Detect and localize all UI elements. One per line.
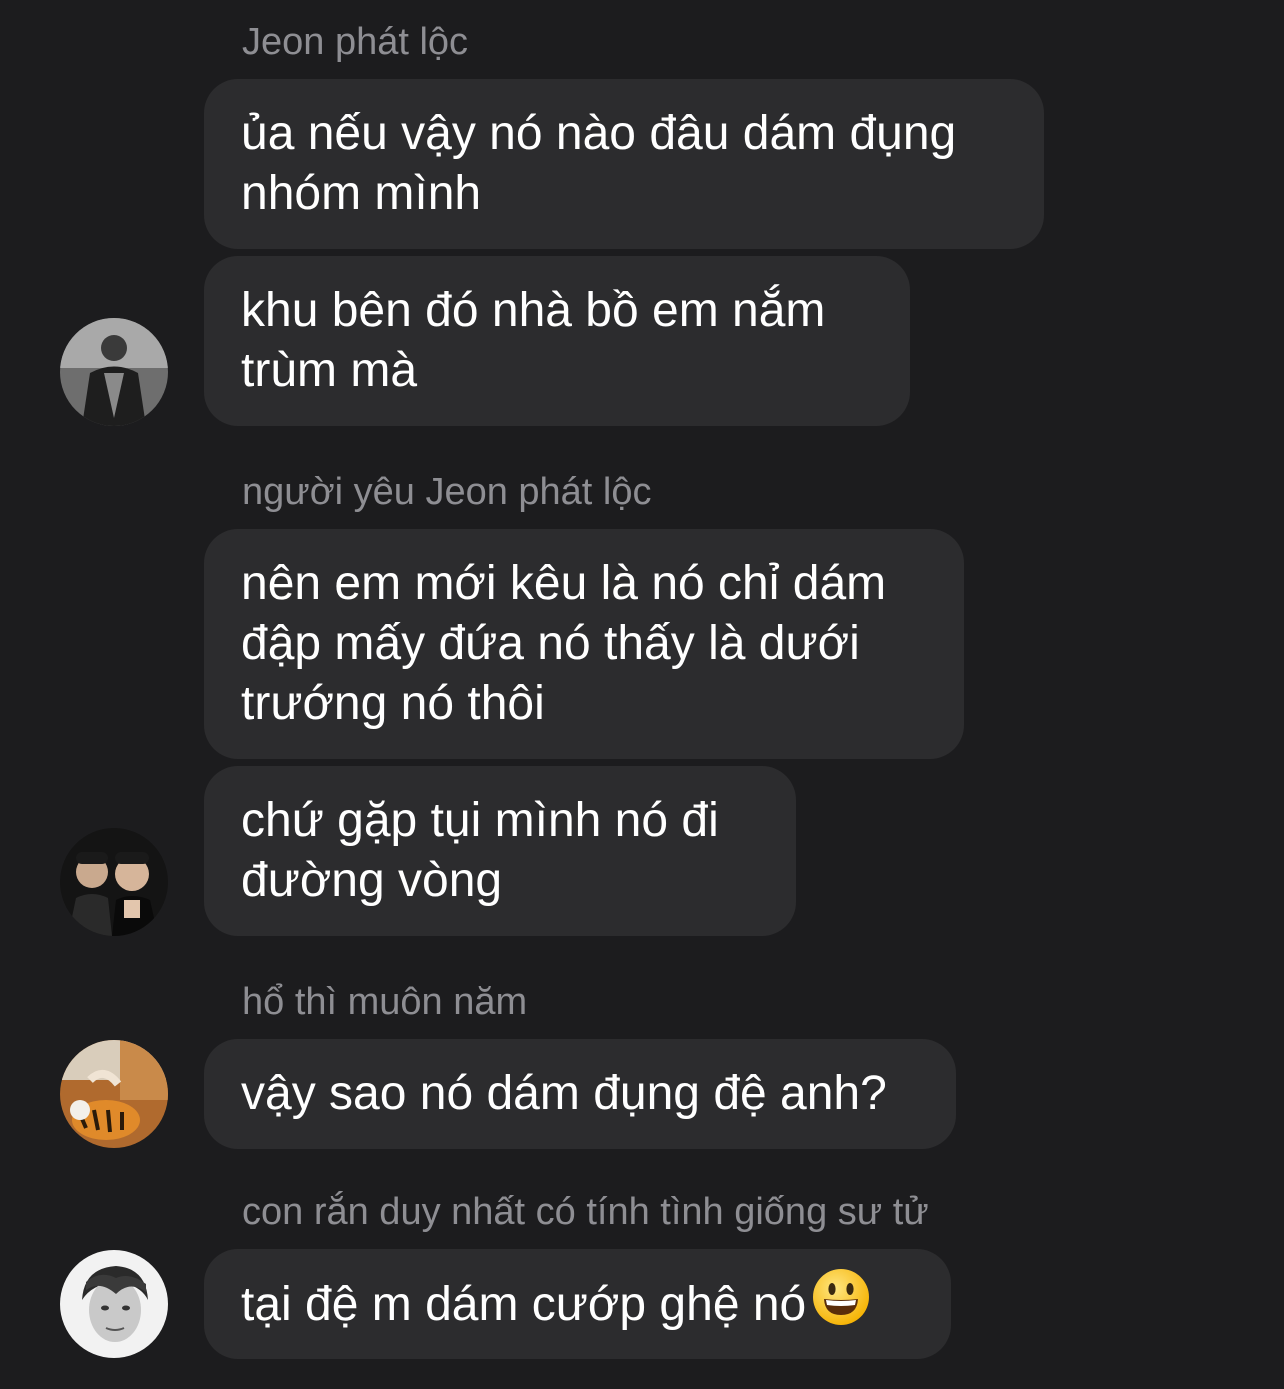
- message-bubble[interactable]: chứ gặp tụi mình nó đi đường vòng: [204, 766, 796, 936]
- message-text: nên em mới kêu là nó chỉ dám đập mấy đứa…: [241, 557, 887, 730]
- message-bubble[interactable]: vậy sao nó dám đụng đệ anh?: [204, 1039, 956, 1149]
- avatar[interactable]: [60, 318, 168, 426]
- avatar[interactable]: [60, 1040, 168, 1148]
- message-text: chứ gặp tụi mình nó đi đường vòng: [241, 794, 719, 907]
- avatar-photo-icon: [60, 1040, 168, 1148]
- chat-thread[interactable]: Jeon phát lộc ủa nếu vậy nó nào đâu dám …: [0, 0, 1284, 1389]
- sender-name: con rắn duy nhất có tính tình giống sư t…: [242, 1191, 929, 1233]
- message-bubble[interactable]: nên em mới kêu là nó chỉ dám đập mấy đứa…: [204, 529, 964, 759]
- message-text-content: tại đệ m dám cướp ghệ nó: [241, 1277, 807, 1331]
- avatar-photo-icon: [60, 318, 168, 426]
- avatar-photo-icon: [60, 828, 168, 936]
- message-bubble[interactable]: khu bên đó nhà bồ em nắm trùm mà: [204, 256, 910, 426]
- sender-name: hổ thì muôn năm: [242, 981, 528, 1023]
- avatar-photo-icon: [60, 1250, 168, 1358]
- avatar[interactable]: [60, 828, 168, 936]
- message-bubble[interactable]: tại đệ m dám cướp ghệ nó: [204, 1249, 951, 1359]
- message-text: tại đệ m dám cướp ghệ nó: [241, 1268, 914, 1341]
- grinning-face-emoji-icon: [812, 1268, 870, 1341]
- avatar[interactable]: [60, 1250, 168, 1358]
- message-text: khu bên đó nhà bồ em nắm trùm mà: [241, 284, 826, 397]
- message-bubble[interactable]: ủa nếu vậy nó nào đâu dám đụng nhóm mình: [204, 79, 1044, 249]
- sender-name: người yêu Jeon phát lộc: [242, 471, 652, 513]
- sender-name: Jeon phát lộc: [242, 21, 469, 63]
- message-text: ủa nếu vậy nó nào đâu dám đụng nhóm mình: [241, 107, 957, 220]
- message-text: vậy sao nó dám đụng đệ anh?: [241, 1067, 887, 1120]
